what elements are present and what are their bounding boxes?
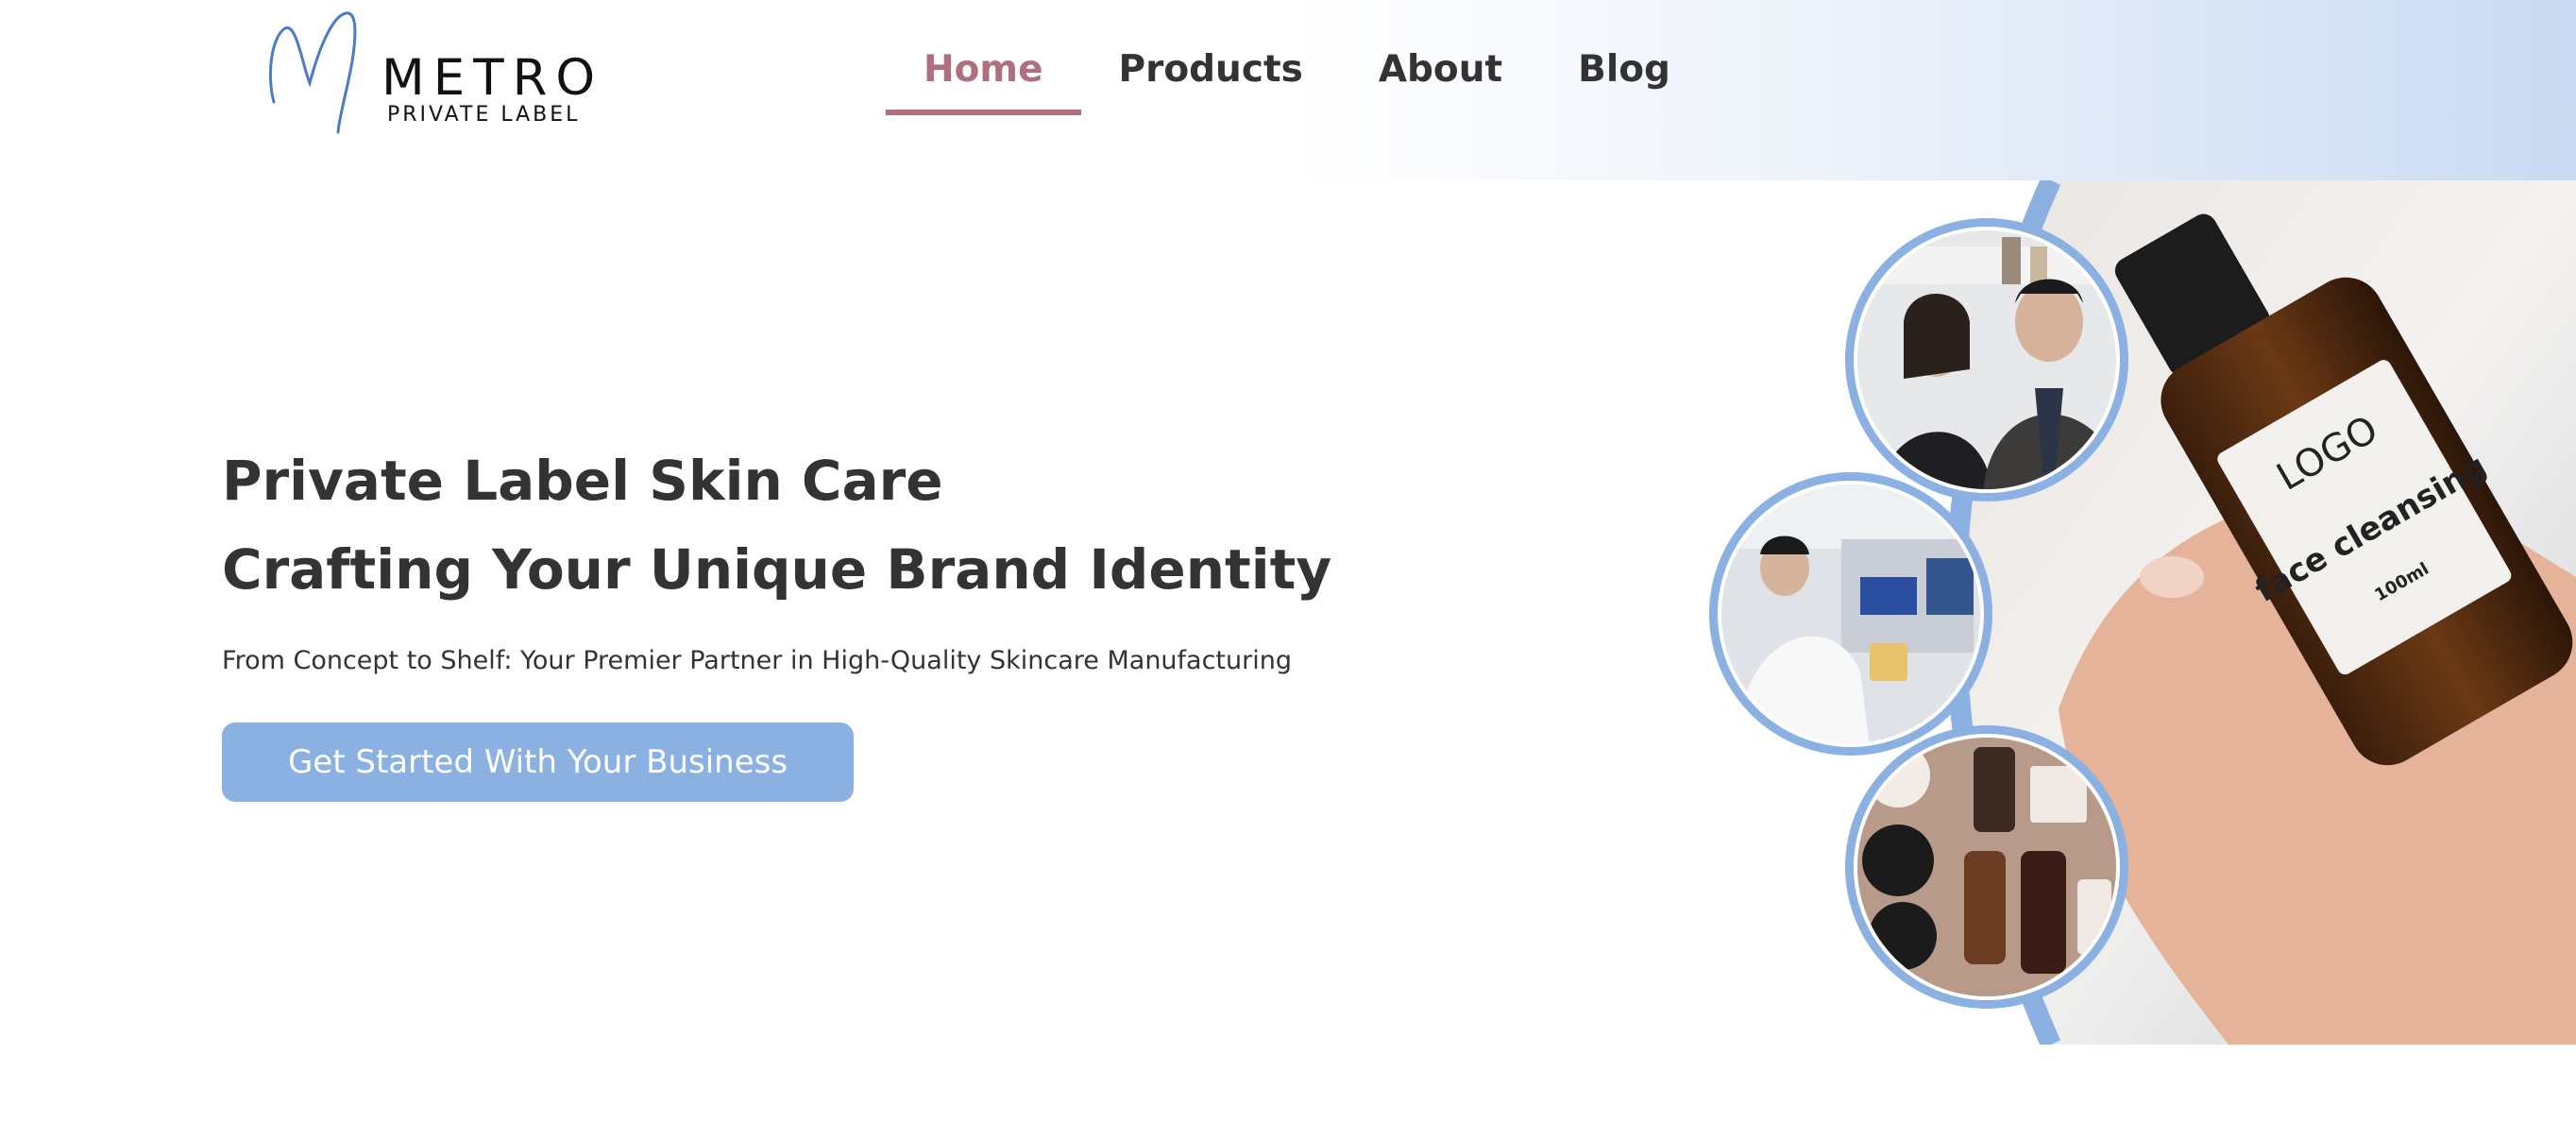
hero-subtitle: From Concept to Shelf: Your Premier Part… [222,646,1292,675]
hero-image-collage: LOGO face cleansing 100ml [1709,180,2576,1045]
team-photo-circle [1845,218,2128,502]
hero-title-line-2: Crafting Your Unique Brand Identity [222,537,1332,602]
m-script-icon [268,11,357,134]
nav-products[interactable]: Products [1119,42,1303,108]
brand-name: METRO [381,49,604,107]
site-header: METRO PRIVATE LABEL Home Products About … [0,0,2576,180]
lab-photo-circle [1709,472,1992,756]
nav-home[interactable]: Home [886,42,1081,115]
nav-about[interactable]: About [1379,42,1502,108]
main-nav: Home Products About Blog [886,42,1670,117]
hero-title: Private Label Skin Care Crafting Your Un… [222,436,1331,614]
get-started-button[interactable]: Get Started With Your Business [222,722,854,802]
hero-title-line-1: Private Label Skin Care [222,449,943,513]
products-photo-circle [1845,725,2128,1009]
brand-tagline: PRIVATE LABEL [387,103,581,127]
brand-logo[interactable]: METRO PRIVATE LABEL [264,8,595,140]
nav-blog[interactable]: Blog [1578,42,1670,108]
